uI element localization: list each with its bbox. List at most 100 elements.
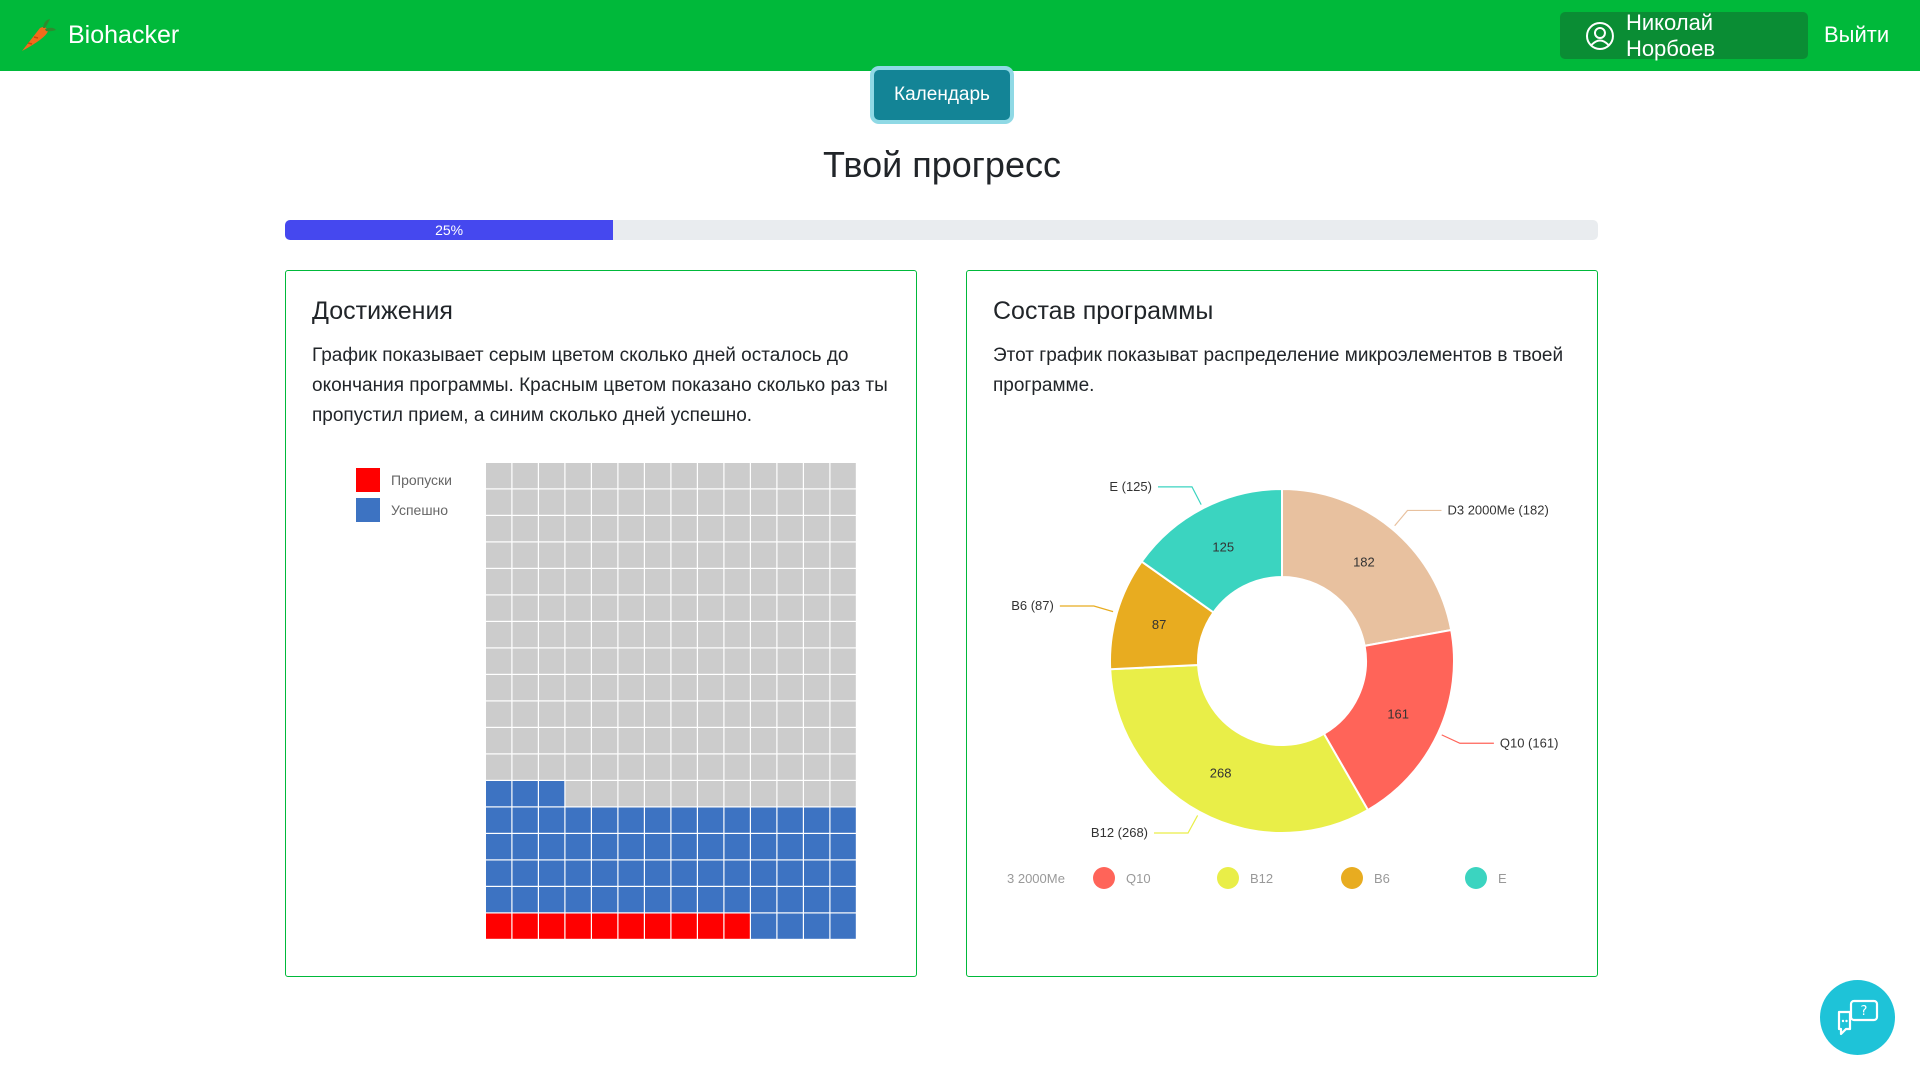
calendar-button[interactable]: Календарь [874, 70, 1010, 120]
waffle-cell [512, 542, 538, 568]
waffle-cell [565, 860, 591, 886]
waffle-cell [751, 648, 777, 674]
waffle-cell [645, 516, 671, 542]
donut-slice-value: 161 [1387, 707, 1409, 722]
waffle-cell [592, 887, 618, 913]
waffle-cell [565, 648, 591, 674]
waffle-cell [592, 728, 618, 754]
waffle-cell [830, 648, 856, 674]
waffle-cell [698, 701, 724, 727]
waffle-cell [698, 622, 724, 648]
waffle-cell [751, 807, 777, 833]
waffle-cell [645, 622, 671, 648]
donut-legend-item[interactable]: 3 2000Ме [1007, 863, 1065, 893]
legend-label-success: Успешно [391, 502, 449, 518]
user-profile-button[interactable]: Николай Норбоев [1560, 9, 1808, 61]
waffle-cell [618, 516, 644, 542]
waffle-cell [777, 648, 803, 674]
waffle-cell [671, 542, 697, 568]
waffle-chart [486, 463, 856, 939]
waffle-cell [618, 781, 644, 807]
waffle-cell [645, 595, 671, 621]
donut-legend-label: B12 [1250, 870, 1274, 886]
waffle-cell [512, 648, 538, 674]
waffle-cell [777, 913, 803, 939]
waffle-cell [671, 516, 697, 542]
legend-item-success[interactable]: Успешно [356, 495, 452, 525]
waffle-cell [804, 648, 830, 674]
waffle-cell [565, 516, 591, 542]
waffle-cell [592, 781, 618, 807]
waffle-cell [618, 860, 644, 886]
waffle-cell [751, 569, 777, 595]
waffle-cell [777, 675, 803, 701]
waffle-cell [618, 807, 644, 833]
waffle-cell [539, 569, 565, 595]
waffle-cell [486, 754, 512, 780]
donut-slice-value: 87 [1152, 617, 1166, 632]
waffle-cell [777, 860, 803, 886]
waffle-cell [804, 622, 830, 648]
waffle-cell [830, 463, 856, 489]
user-avatar-icon [1585, 21, 1614, 50]
waffle-cell [539, 675, 565, 701]
waffle-cell [751, 728, 777, 754]
brand[interactable]: Biohacker [16, 14, 179, 56]
donut-legend-item[interactable]: B6 [1341, 863, 1390, 893]
waffle-cell [565, 887, 591, 913]
waffle-cell [565, 913, 591, 939]
waffle-cell [830, 781, 856, 807]
waffle-cell [751, 860, 777, 886]
waffle-cell [512, 860, 538, 886]
waffle-cell [645, 887, 671, 913]
donut-slice-value: 125 [1212, 539, 1234, 554]
waffle-cell [698, 648, 724, 674]
donut-legend-item[interactable]: B12 [1217, 863, 1273, 893]
waffle-cell [565, 675, 591, 701]
brand-name: Biohacker [68, 20, 180, 49]
waffle-cell [539, 595, 565, 621]
waffle-cell [724, 516, 750, 542]
waffle-cell [645, 675, 671, 701]
user-name: Николай Норбоев [1625, 9, 1716, 61]
waffle-cell [618, 728, 644, 754]
waffle-cell [618, 913, 644, 939]
waffle-cell [724, 489, 750, 515]
waffle-cell [830, 675, 856, 701]
waffle-cell [698, 860, 724, 886]
waffle-cell [565, 701, 591, 727]
help-chat-button[interactable]: ? [1820, 980, 1895, 1055]
waffle-cell [671, 728, 697, 754]
donut-slice-value: 268 [1210, 765, 1232, 780]
legend-item-missed[interactable]: Пропуски [356, 465, 452, 495]
waffle-cell [618, 834, 644, 860]
waffle-cell [724, 463, 750, 489]
waffle-cell [512, 728, 538, 754]
progress-bar: 25% [285, 220, 1598, 240]
waffle-cell [724, 622, 750, 648]
waffle-cell [512, 913, 538, 939]
donut-legend-item[interactable]: E [1465, 863, 1507, 893]
donut-leader-line [1394, 509, 1442, 527]
composition-title: Состав программы [993, 297, 1214, 325]
waffle-cell [539, 887, 565, 913]
waffle-cell [698, 913, 724, 939]
waffle-cell [539, 728, 565, 754]
waffle-cell [512, 807, 538, 833]
waffle-cell [804, 701, 830, 727]
logout-link[interactable]: Выйти [1824, 22, 1889, 48]
waffle-cell [486, 489, 512, 515]
waffle-cell [512, 595, 538, 621]
waffle-cell [751, 887, 777, 913]
donut-slice[interactable] [1109, 663, 1370, 834]
waffle-cell [724, 595, 750, 621]
donut-legend-item[interactable]: Q10 [1093, 863, 1151, 893]
waffle-cell [539, 781, 565, 807]
waffle-cell [486, 463, 512, 489]
chat-help-icon: ? [1837, 999, 1878, 1035]
waffle-cell [618, 489, 644, 515]
waffle-cell [486, 834, 512, 860]
waffle-cell [645, 728, 671, 754]
waffle-cell [777, 542, 803, 568]
waffle-cell [777, 595, 803, 621]
